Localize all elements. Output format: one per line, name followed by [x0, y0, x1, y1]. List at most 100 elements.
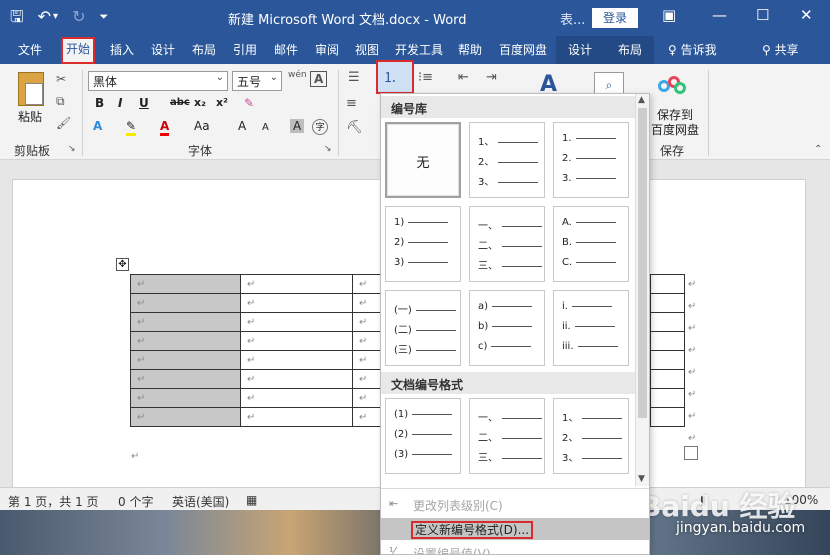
- table-cell[interactable]: [650, 350, 685, 370]
- table-cell[interactable]: ↵: [352, 312, 381, 332]
- table-cell[interactable]: ↵: [240, 274, 353, 294]
- minimize-button[interactable]: —: [712, 6, 727, 24]
- table-cell[interactable]: ↵: [352, 388, 381, 408]
- numbering-tile[interactable]: A. B. C.: [553, 206, 629, 282]
- numbering-tile[interactable]: 1) 2) 3): [385, 206, 461, 282]
- text-effects-button[interactable]: A: [93, 119, 102, 133]
- tab-home[interactable]: 开始: [61, 37, 96, 64]
- numbering-none-tile[interactable]: 无: [385, 122, 461, 198]
- superscript-button[interactable]: x²: [216, 96, 228, 109]
- undo-dropdown-icon[interactable]: ▾: [53, 6, 58, 28]
- tab-design[interactable]: 设计: [151, 41, 175, 58]
- table-cell[interactable]: ↵: [130, 388, 241, 408]
- shrink-font-button[interactable]: A: [262, 122, 269, 133]
- tell-me-search[interactable]: ♀ 告诉我: [668, 41, 717, 58]
- baidu-netdisk-icon[interactable]: [658, 76, 686, 96]
- copy-icon[interactable]: ⧉: [56, 94, 65, 109]
- table-cell[interactable]: ↵: [130, 293, 241, 313]
- table-cell[interactable]: [650, 293, 685, 313]
- character-shading-button[interactable]: A: [290, 119, 305, 133]
- scroll-down-icon[interactable]: ▼: [638, 474, 645, 484]
- clear-formatting-icon[interactable]: ✎: [244, 96, 254, 110]
- table-cell[interactable]: ↵: [352, 350, 381, 370]
- table-cell[interactable]: ↵: [352, 274, 381, 294]
- table-move-handle[interactable]: ✥: [116, 258, 129, 271]
- maximize-button[interactable]: ☐: [756, 6, 769, 24]
- table-cell[interactable]: ↵: [240, 331, 353, 351]
- subscript-button[interactable]: x₂: [194, 96, 206, 109]
- save-icon[interactable]: 🖫: [10, 6, 24, 28]
- tab-table-design[interactable]: 设计: [568, 41, 592, 58]
- numbering-tile[interactable]: 1、 2、 3、: [553, 398, 629, 474]
- table-cell[interactable]: ↵: [352, 369, 381, 389]
- customize-qat-icon[interactable]: ⏷: [99, 6, 108, 28]
- change-case-button[interactable]: Aa: [194, 119, 210, 133]
- numbering-tile[interactable]: 1. 2. 3.: [553, 122, 629, 198]
- align-left-icon[interactable]: ≡: [346, 96, 357, 111]
- table-cell[interactable]: ↵: [240, 312, 353, 332]
- table-cell[interactable]: ↵: [130, 350, 241, 370]
- table-cell[interactable]: ↵: [240, 369, 353, 389]
- table-cell[interactable]: ↵: [240, 388, 353, 408]
- tab-references[interactable]: 引用: [233, 41, 257, 58]
- word-count[interactable]: 0 个字: [118, 493, 153, 510]
- table-cell[interactable]: [650, 388, 685, 408]
- grow-font-button[interactable]: A: [238, 119, 246, 133]
- table-cell[interactable]: ↵: [130, 369, 241, 389]
- phonetic-guide-icon[interactable]: wén: [288, 70, 307, 80]
- numbering-tile[interactable]: (一) (二) (三): [385, 290, 461, 366]
- bold-button[interactable]: B: [95, 96, 104, 110]
- page-count[interactable]: 第 1 页，共 1 页: [8, 493, 99, 510]
- font-color-button[interactable]: A: [160, 119, 170, 136]
- language-status[interactable]: 英语(美国): [172, 493, 229, 510]
- table-cell[interactable]: ↵: [352, 407, 381, 427]
- dropdown-scrollbar[interactable]: ▲ ▼: [635, 94, 649, 486]
- table-cell[interactable]: ↵: [240, 293, 353, 313]
- italic-button[interactable]: I: [118, 96, 122, 110]
- table-cell[interactable]: [650, 407, 685, 427]
- tab-layout[interactable]: 布局: [192, 41, 216, 58]
- ribbon-display-icon[interactable]: ▣: [662, 6, 676, 24]
- increase-indent-icon[interactable]: ⇥: [486, 70, 497, 85]
- underline-button[interactable]: U: [139, 96, 149, 110]
- strikethrough-button[interactable]: abc: [170, 97, 190, 108]
- scroll-thumb[interactable]: [638, 108, 647, 418]
- decrease-indent-icon[interactable]: ⇤: [458, 70, 469, 85]
- clipboard-launcher-icon[interactable]: ↘: [68, 144, 76, 154]
- document-table[interactable]: ↵ ↵ ↵ ↵ ↵ ↵ ↵ ↵ ↵ ↵ ↵ ↵ ↵ ↵ ↵ ↵ ↵ ↵ ↵ ↵ ↵ ↵ ↵ ↵: [130, 274, 381, 427]
- tab-table-layout[interactable]: 布局: [618, 41, 642, 58]
- format-painter-icon[interactable]: 🖌: [56, 116, 71, 130]
- paste-button-label[interactable]: 粘贴: [18, 108, 42, 125]
- table-cell[interactable]: ↵: [130, 407, 241, 427]
- paste-icon[interactable]: [18, 72, 44, 106]
- tab-mailings[interactable]: 邮件: [274, 41, 298, 58]
- define-new-number-format-item[interactable]: 定义新编号格式(D)...: [381, 518, 649, 540]
- font-name-select[interactable]: 黑体 ⌄: [88, 71, 228, 91]
- table-cell[interactable]: [650, 312, 685, 332]
- bullets-icon[interactable]: ☰: [348, 70, 360, 85]
- collapse-ribbon-icon[interactable]: ⌃: [814, 144, 822, 155]
- shading-icon[interactable]: ⛏: [346, 120, 363, 135]
- tab-file[interactable]: 文件: [18, 41, 42, 58]
- character-border-icon[interactable]: A: [310, 71, 328, 87]
- tab-review[interactable]: 审阅: [315, 41, 339, 58]
- table-cell[interactable]: [650, 369, 685, 389]
- numbering-tile[interactable]: a) b) c): [469, 290, 545, 366]
- save-to-netdisk-button[interactable]: 保存到 百度网盘: [648, 108, 702, 138]
- document-table-right-part[interactable]: [650, 274, 685, 427]
- share-button[interactable]: ⚲ 共享: [762, 41, 799, 58]
- numbering-tile[interactable]: 1、 2、 3、: [469, 122, 545, 198]
- table-cell[interactable]: ↵: [240, 407, 353, 427]
- table-cell[interactable]: [650, 274, 685, 294]
- highlight-color-icon[interactable]: ✎: [126, 119, 137, 136]
- numbering-tile[interactable]: i. ii. iii.: [553, 290, 629, 366]
- table-cell[interactable]: ↵: [130, 274, 241, 294]
- numbering-button[interactable]: ⒈: [376, 60, 414, 94]
- tab-view[interactable]: 视图: [355, 41, 379, 58]
- tab-help[interactable]: 帮助: [458, 41, 482, 58]
- font-launcher-icon[interactable]: ↘: [324, 144, 332, 154]
- login-button[interactable]: 登录: [592, 8, 638, 28]
- font-size-select[interactable]: 五号 ⌄: [232, 71, 282, 91]
- accessibility-icon[interactable]: ▦: [246, 493, 257, 507]
- numbering-tile[interactable]: 一、 二、 三、: [469, 398, 545, 474]
